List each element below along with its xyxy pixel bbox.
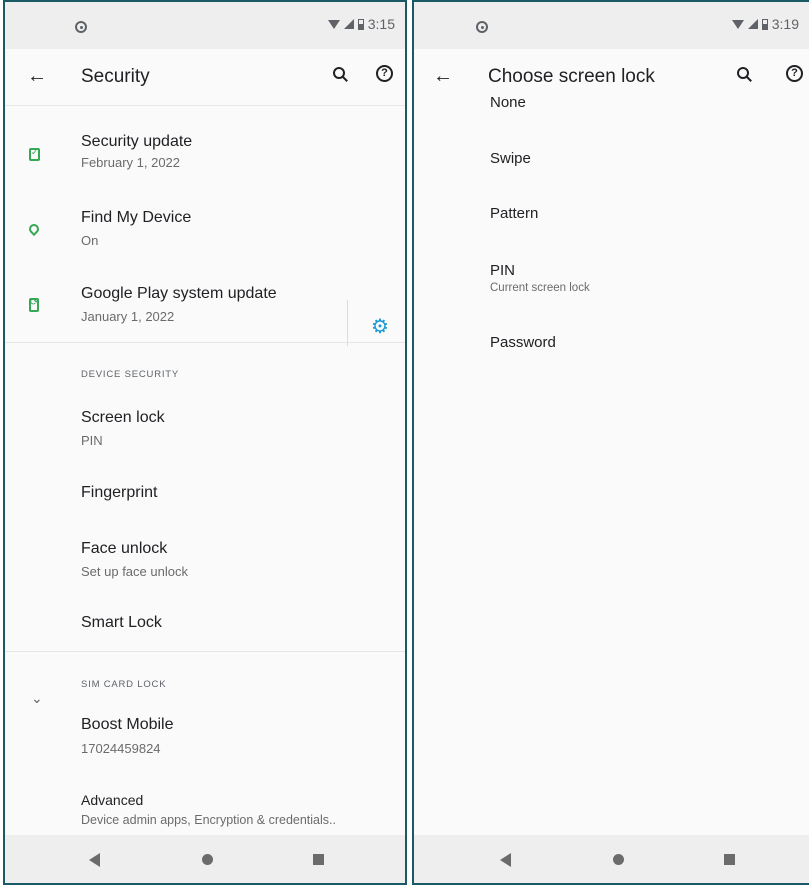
settings-list: Security update February 1, 2022 Find My… — [5, 106, 405, 835]
sim-card-lock-header: SIM CARD LOCK — [81, 679, 167, 690]
security-update-date: February 1, 2022 — [81, 155, 181, 170]
find-my-device-status: On — [81, 233, 99, 248]
vertical-divider — [347, 300, 348, 346]
fingerprint-item[interactable]: Fingerprint — [5, 478, 405, 514]
security-update-title: Security update — [81, 133, 193, 150]
face-unlock-item[interactable]: Face unlock Set up face unlock — [5, 534, 405, 588]
wifi-icon — [731, 19, 744, 29]
app-bar: ← Choose screen lock ? — [414, 49, 809, 105]
advanced-item[interactable]: Advanced Device admin apps, Encryption &… — [5, 786, 405, 838]
option-pattern-label: Pattern — [490, 205, 539, 222]
arrow-back-icon[interactable]: ← — [27, 65, 47, 88]
status-time: 3:19 — [771, 16, 799, 32]
divider — [5, 342, 405, 343]
security-shield-icon — [29, 147, 40, 161]
option-none[interactable]: None — [414, 94, 809, 150]
play-update-date: January 1, 2022 — [81, 309, 175, 324]
fingerprint-title: Fingerprint — [81, 484, 158, 501]
nav-back-icon[interactable] — [89, 853, 100, 867]
security-screen: 3:15 ← Security ? Security update Februa… — [3, 0, 407, 885]
search-icon[interactable] — [333, 67, 345, 79]
wifi-icon — [327, 19, 340, 29]
screen-lock-title: Screen lock — [81, 409, 165, 426]
status-time: 3:15 — [367, 16, 395, 32]
nav-recents-icon[interactable] — [724, 854, 735, 865]
page-title: Security — [81, 66, 150, 87]
gear-icon[interactable]: ⚙ — [371, 314, 389, 339]
signal-icon — [343, 19, 354, 29]
screen-lock-options: None Swipe Pattern PIN Current screen lo… — [414, 94, 809, 835]
nav-recents-icon[interactable] — [313, 854, 324, 865]
status-bar: 3:15 — [5, 2, 405, 49]
find-my-device-item[interactable]: Find My Device On — [5, 202, 405, 260]
nav-home-icon[interactable] — [613, 854, 624, 865]
help-icon[interactable]: ? — [786, 65, 803, 82]
play-system-update-item[interactable]: Google Play system update January 1, 202… — [5, 278, 405, 336]
option-pattern[interactable]: Pattern — [414, 205, 809, 261]
option-pin-subtitle: Current screen lock — [490, 282, 590, 294]
screen-lock-item[interactable]: Screen lock PIN — [5, 402, 337, 454]
screen-lock-value: PIN — [81, 433, 103, 448]
page-title: Choose screen lock — [488, 66, 655, 87]
boost-mobile-number: 17024459824 — [81, 741, 161, 756]
search-icon[interactable] — [737, 67, 749, 79]
device-security-header: DEVICE SECURITY — [81, 369, 180, 380]
boost-mobile-item[interactable]: Boost Mobile 17024459824 — [5, 710, 405, 764]
option-none-label: None — [490, 94, 526, 111]
smart-lock-title: Smart Lock — [81, 614, 162, 631]
find-my-device-title: Find My Device — [81, 209, 192, 226]
chevron-down-icon[interactable]: ⌄ — [31, 690, 43, 707]
option-swipe[interactable]: Swipe — [414, 150, 809, 206]
option-password[interactable]: Password — [414, 334, 809, 390]
app-bar: ← Security ? — [5, 49, 405, 106]
navigation-bar — [5, 835, 405, 883]
play-update-title: Google Play system update — [81, 285, 277, 302]
divider — [5, 651, 405, 652]
google-status-icon — [476, 21, 488, 33]
face-unlock-title: Face unlock — [81, 540, 168, 557]
smart-lock-item[interactable]: Smart Lock — [5, 608, 405, 644]
nav-home-icon[interactable] — [202, 854, 213, 865]
boost-mobile-title: Boost Mobile — [81, 716, 174, 733]
option-swipe-label: Swipe — [490, 150, 531, 167]
advanced-title: Advanced — [81, 792, 144, 808]
google-status-icon — [75, 21, 87, 33]
help-icon[interactable]: ? — [376, 65, 393, 82]
system-update-icon — [29, 297, 39, 312]
nav-back-icon[interactable] — [500, 853, 511, 867]
option-pin[interactable]: PIN Current screen lock — [414, 262, 809, 324]
face-unlock-subtitle: Set up face unlock — [81, 564, 188, 579]
signal-icon — [747, 19, 758, 29]
battery-icon — [357, 18, 364, 30]
choose-screen-lock-screen: 3:19 ← Choose screen lock ? None Swipe P… — [412, 0, 809, 885]
advanced-subtitle: Device admin apps, Encryption & credenti… — [81, 813, 336, 827]
option-pin-label: PIN — [490, 262, 516, 279]
arrow-back-icon[interactable]: ← — [433, 65, 453, 88]
status-bar: 3:19 — [414, 2, 809, 49]
battery-icon — [761, 18, 768, 30]
option-password-label: Password — [490, 334, 556, 351]
location-pin-icon — [26, 221, 42, 237]
security-update-item[interactable]: Security update February 1, 2022 — [5, 126, 405, 184]
navigation-bar — [414, 835, 809, 883]
